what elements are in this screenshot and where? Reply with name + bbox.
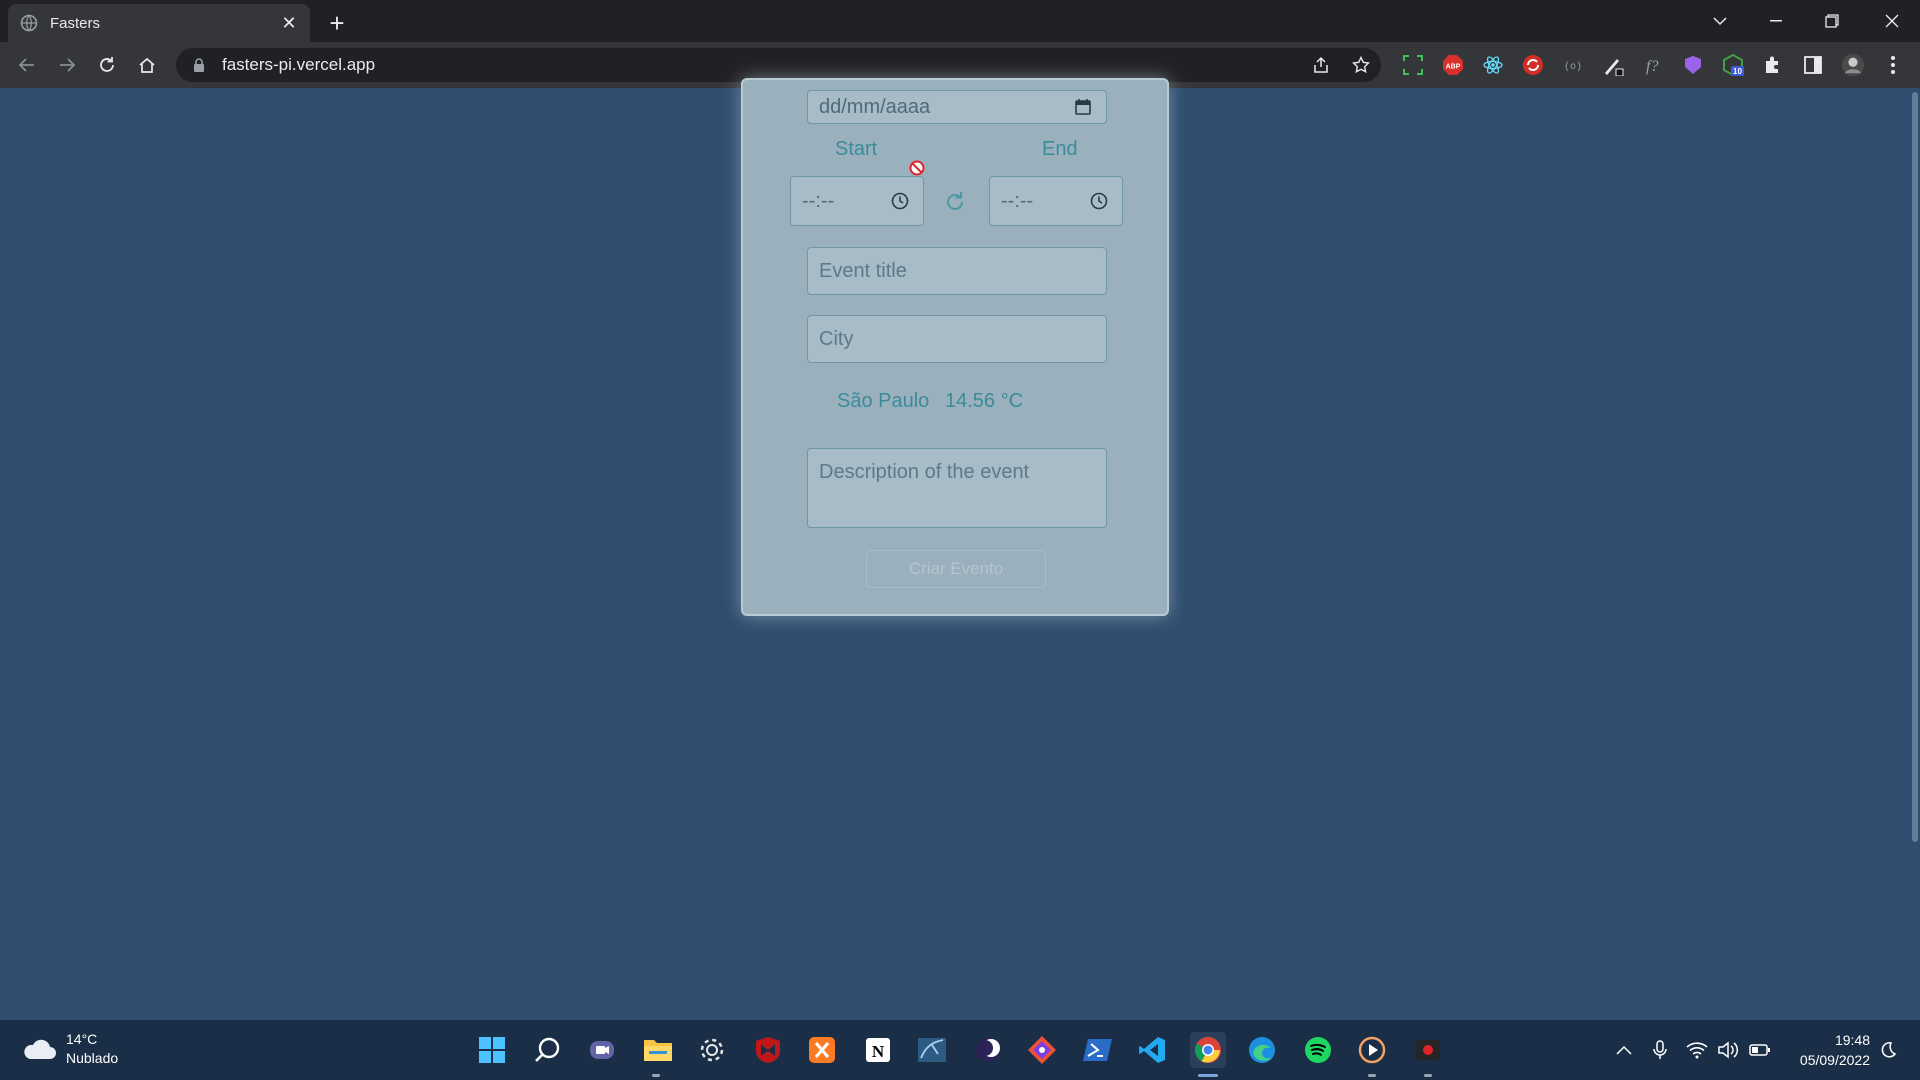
svg-text:f?: f? — [1646, 58, 1658, 75]
do-not-disturb-moon-icon[interactable] — [1876, 1038, 1900, 1062]
description-textarea[interactable]: Description of the event — [807, 448, 1107, 528]
share-icon[interactable] — [1301, 48, 1341, 82]
clock-date: 05/09/2022 — [1799, 1052, 1870, 1068]
font-inspector-icon[interactable]: f? — [1641, 53, 1665, 77]
taskbar-weather-condition: Nublado — [66, 1050, 119, 1066]
wappalyzer-extension-icon[interactable]: (o) — [1561, 53, 1585, 77]
system-clock[interactable]: 19:48 05/09/2022 — [1780, 1030, 1870, 1070]
tab-bar: Fasters ✕ + — [0, 0, 1920, 42]
battery-icon[interactable] — [1748, 1038, 1772, 1062]
not-allowed-icon — [909, 160, 925, 176]
bookmark-star-icon[interactable] — [1341, 48, 1381, 82]
media-running-indicator — [1368, 1074, 1376, 1077]
search-icon[interactable] — [530, 1032, 566, 1068]
create-event-button[interactable]: Criar Evento — [866, 550, 1046, 588]
recorder-running-indicator — [1424, 1074, 1432, 1077]
start-menu-icon[interactable] — [474, 1032, 510, 1068]
vscode-icon[interactable] — [1134, 1032, 1170, 1068]
tab-title: Fasters — [50, 14, 101, 32]
screenshot-extension-icon[interactable] — [1401, 53, 1425, 77]
settings-gear-icon[interactable] — [694, 1032, 730, 1068]
side-panel-icon[interactable] — [1801, 53, 1825, 77]
spotify-icon[interactable] — [1300, 1032, 1336, 1068]
screen-recorder-icon[interactable] — [1410, 1032, 1446, 1068]
powershell-icon[interactable] — [1080, 1032, 1116, 1068]
color-picker-extension-icon[interactable] — [1601, 53, 1625, 77]
page-content: dd/mm/aaaa Start End --:-- --:-- Event t… — [0, 78, 1920, 1020]
profile-avatar[interactable] — [1841, 53, 1865, 77]
windows-taskbar: 14°C Nublado N 19:48 05/09/2022 — [0, 1020, 1920, 1080]
mcafee-icon[interactable] — [750, 1032, 786, 1068]
tab-search-icon[interactable] — [1692, 0, 1748, 42]
mysql-workbench-icon[interactable] — [914, 1032, 950, 1068]
page-scrollbar[interactable] — [1910, 88, 1920, 1020]
scrollbar-thumb[interactable] — [1912, 92, 1918, 842]
city-input[interactable]: City — [807, 315, 1107, 363]
lastpass-extension-icon[interactable] — [1521, 53, 1545, 77]
end-time-value: --:-- — [1001, 189, 1034, 212]
minimize-icon[interactable] — [1748, 0, 1804, 42]
city-placeholder: City — [819, 327, 854, 350]
chrome-taskbar-icon[interactable] — [1190, 1032, 1226, 1068]
start-time-value: --:-- — [802, 189, 835, 212]
cloud-icon — [24, 1039, 56, 1059]
wifi-icon[interactable] — [1685, 1038, 1709, 1062]
date-input[interactable]: dd/mm/aaaa — [807, 90, 1107, 124]
url-text: fasters-pi.vercel.app — [222, 55, 376, 74]
notion-icon[interactable]: N — [860, 1032, 896, 1068]
clock-icon[interactable] — [1090, 192, 1108, 210]
svg-text:ABP: ABP — [1446, 64, 1461, 71]
svg-text:(o): (o) — [1564, 61, 1582, 73]
weather-widget[interactable]: 14°C Nublado — [22, 1030, 118, 1068]
end-label: End — [1042, 138, 1078, 160]
microphone-icon[interactable] — [1648, 1038, 1672, 1062]
lock-icon — [194, 58, 204, 72]
volume-icon[interactable] — [1716, 1038, 1740, 1062]
tab-close-icon[interactable]: ✕ — [280, 13, 298, 33]
back-icon[interactable] — [12, 50, 42, 80]
clock-time: 19:48 — [1834, 1032, 1870, 1048]
address-bar[interactable]: fasters-pi.vercel.app — [176, 48, 1381, 82]
eclipse-icon[interactable] — [970, 1032, 1006, 1068]
adblock-extension-icon[interactable]: ABP — [1441, 53, 1465, 77]
purple-extension-icon[interactable] — [1681, 53, 1705, 77]
weather-city: São Paulo — [837, 390, 930, 412]
green-extension-icon[interactable]: 10 — [1721, 53, 1745, 77]
svg-text:N: N — [872, 1042, 885, 1061]
taskbar-weather-temp: 14°C — [66, 1031, 98, 1047]
browser-tab[interactable]: Fasters ✕ — [8, 4, 310, 42]
explorer-running-indicator — [652, 1074, 660, 1077]
refresh-icon[interactable] — [943, 190, 967, 214]
teams-chat-icon[interactable] — [584, 1032, 620, 1068]
forward-icon[interactable] — [52, 50, 82, 80]
globe-icon — [20, 14, 38, 32]
event-title-input[interactable]: Event title — [807, 247, 1107, 295]
chrome-active-indicator — [1198, 1074, 1218, 1077]
calendar-icon[interactable] — [1074, 98, 1092, 116]
start-label: Start — [835, 138, 878, 160]
extensions-puzzle-icon[interactable] — [1761, 53, 1785, 77]
window-close-icon[interactable] — [1864, 0, 1920, 42]
new-tab-button[interactable]: + — [322, 8, 352, 38]
xampp-icon[interactable] — [804, 1032, 840, 1068]
clock-icon[interactable] — [891, 192, 909, 210]
event-title-placeholder: Event title — [819, 259, 907, 282]
file-explorer-icon[interactable] — [640, 1032, 676, 1068]
weather-temperature: 14.56 °C — [945, 390, 1024, 412]
edge-icon[interactable] — [1244, 1032, 1280, 1068]
restore-icon[interactable] — [1804, 0, 1860, 42]
menu-dots-icon[interactable] — [1881, 53, 1905, 77]
end-time-input[interactable]: --:-- — [989, 176, 1123, 226]
react-devtools-icon[interactable] — [1481, 53, 1505, 77]
home-icon[interactable] — [132, 50, 162, 80]
event-form-card: dd/mm/aaaa Start End --:-- --:-- Event t… — [741, 78, 1169, 616]
date-placeholder: dd/mm/aaaa — [819, 95, 931, 118]
reload-icon[interactable] — [92, 50, 122, 80]
media-player-icon[interactable] — [1354, 1032, 1390, 1068]
show-hidden-icons-icon[interactable] — [1612, 1038, 1636, 1062]
git-kraken-icon[interactable] — [1024, 1032, 1060, 1068]
start-time-input[interactable]: --:-- — [790, 176, 924, 226]
description-placeholder: Description of the event — [819, 461, 1030, 483]
extension-badge: 10 — [1733, 67, 1742, 76]
